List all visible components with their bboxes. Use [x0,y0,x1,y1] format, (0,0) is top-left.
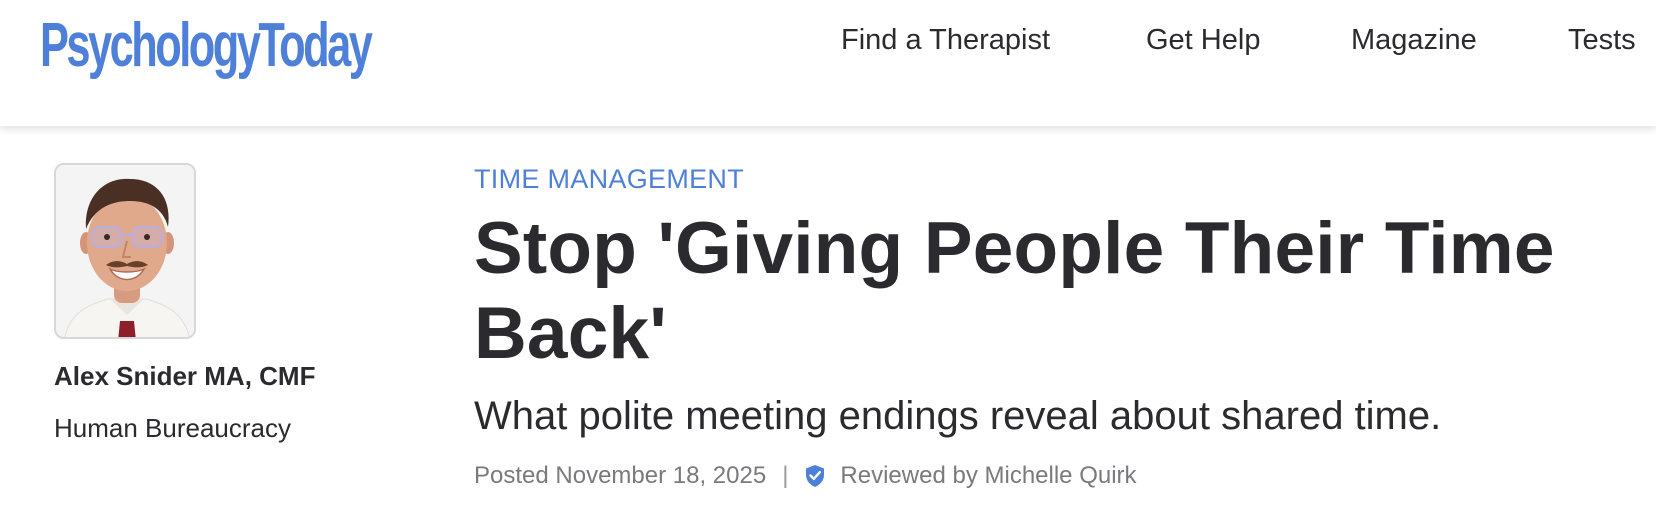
author-blog-name[interactable]: Human Bureaucracy [54,413,291,444]
article-title: Stop 'Giving People Their Time Back' [474,208,1555,374]
nav-magazine[interactable]: Magazine [1351,24,1477,57]
posted-date: Posted November 18, 2025 [474,462,767,489]
article-meta: Posted November 18, 2025 | Reviewed by M… [474,461,1137,491]
reviewed-by[interactable]: Reviewed by Michelle Quirk [840,462,1136,490]
category-link[interactable]: TIME MANAGEMENT [474,164,744,195]
logo[interactable]: PsychologyToday [40,6,512,86]
site-header: PsychologyToday Find a Therapist Get Hel… [0,0,1656,126]
verified-shield-icon [804,464,826,488]
author-photo[interactable] [54,163,196,339]
nav-get-help[interactable]: Get Help [1146,24,1260,57]
meta-separator: | [782,462,789,489]
logo-text: PsychologyToday [40,11,373,80]
author-portrait-image [56,165,194,337]
nav-find-a-therapist[interactable]: Find a Therapist [841,24,1050,57]
nav-tests[interactable]: Tests [1568,24,1636,57]
article-subtitle: What polite meeting endings reveal about… [474,394,1442,438]
author-name[interactable]: Alex Snider MA, CMF [54,361,315,392]
